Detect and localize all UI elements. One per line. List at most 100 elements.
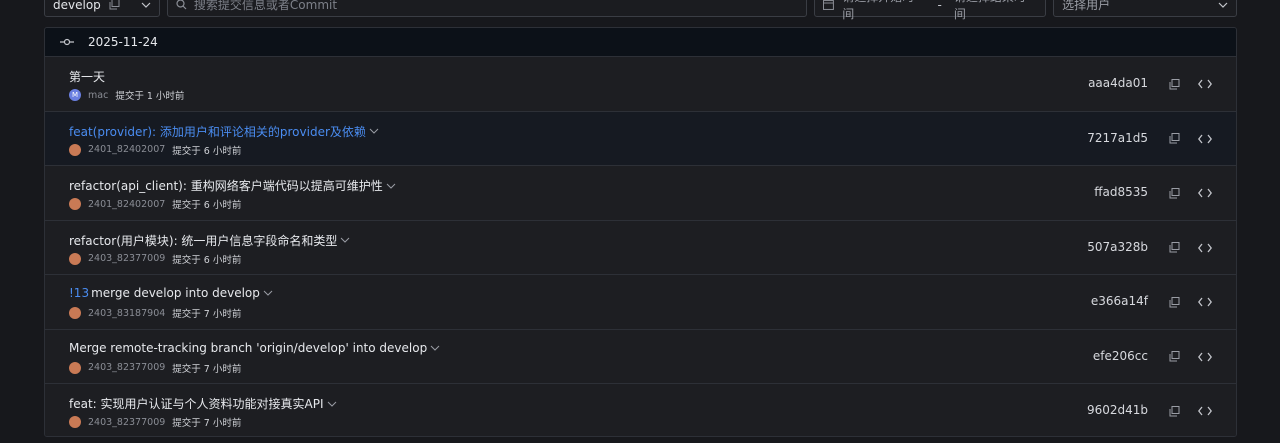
avatar[interactable] bbox=[69, 252, 81, 265]
commit-author[interactable]: 2401_82402007 bbox=[88, 199, 165, 210]
commit-meta: 2403_82377009 提交于 6 小时前 bbox=[69, 252, 241, 266]
commit-author[interactable]: 2403_82377009 bbox=[88, 253, 165, 264]
date-range-picker[interactable]: 请选择开始时间 - 请选择结束时间 bbox=[814, 0, 1047, 21]
commit-title[interactable]: !13 merge develop into develop bbox=[69, 286, 273, 300]
avatar[interactable] bbox=[69, 416, 81, 428]
user-select[interactable]: 选择用户 bbox=[1053, 0, 1237, 17]
commit-hash[interactable]: ffad8535 bbox=[1094, 185, 1148, 199]
commit-author[interactable]: 2403_82377009 bbox=[88, 417, 165, 428]
commit-message[interactable]: feat: 实现用户认证与个人资料功能对接真实API bbox=[69, 395, 324, 412]
browse-code-button[interactable] bbox=[1197, 77, 1213, 91]
commit-hash[interactable]: 9602d41b bbox=[1087, 403, 1148, 417]
code-icon bbox=[1198, 297, 1212, 307]
commit-hash[interactable]: 507a328b bbox=[1087, 240, 1148, 254]
commit-hash[interactable]: 7217a1d5 bbox=[1087, 131, 1148, 145]
commit-hash[interactable]: aaa4da01 bbox=[1088, 76, 1148, 90]
commit-message[interactable]: merge develop into develop bbox=[91, 286, 260, 300]
commit-time: 提交于 1 小时前 bbox=[115, 91, 185, 102]
commit-meta: 2403_83187904 提交于 7 小时前 bbox=[69, 306, 241, 320]
commit-list-panel: 2025-11-24 第一天 M mac 提交于 1 小时前 aaa4da01 … bbox=[44, 27, 1237, 437]
browse-code-button[interactable] bbox=[1197, 295, 1213, 309]
commit-icon bbox=[60, 38, 74, 46]
commit-time: 提交于 7 小时前 bbox=[172, 309, 242, 320]
commit-date-group-header: 2025-11-24 bbox=[45, 28, 1236, 57]
commit-row[interactable]: feat(provider): 添加用户和评论相关的provider及依赖 24… bbox=[45, 111, 1236, 166]
copy-hash-button[interactable] bbox=[1167, 350, 1181, 364]
merge-request-link[interactable]: !13 bbox=[69, 286, 89, 300]
commit-row[interactable]: 第一天 M mac 提交于 1 小时前 aaa4da01 bbox=[45, 57, 1236, 112]
commit-author[interactable]: mac bbox=[88, 90, 108, 101]
commit-hash[interactable]: e366a14f bbox=[1091, 294, 1148, 308]
copy-hash-button[interactable] bbox=[1167, 404, 1181, 418]
expand-chevron-icon[interactable] bbox=[386, 182, 396, 190]
commit-row[interactable]: Merge remote-tracking branch 'origin/dev… bbox=[45, 329, 1236, 384]
commit-message[interactable]: refactor(用户模块): 统一用户信息字段命名和类型 bbox=[69, 232, 337, 249]
commit-meta: M mac 提交于 1 小时前 bbox=[69, 88, 184, 102]
commit-row[interactable]: refactor(api_client): 重构网络客户端代码以提高可维护性 2… bbox=[45, 166, 1236, 221]
commit-author[interactable]: 2403_82377009 bbox=[88, 362, 165, 373]
avatar[interactable] bbox=[69, 361, 81, 374]
copy-hash-button[interactable] bbox=[1167, 132, 1181, 146]
commit-meta: 2403_82377009 提交于 7 小时前 bbox=[69, 415, 241, 429]
commit-time: 提交于 6 小时前 bbox=[172, 200, 242, 211]
commit-time: 提交于 7 小时前 bbox=[172, 418, 242, 429]
commit-filter-toolbar: develop 搜索提交信息或者Commit 请选择开始时间 - 请选择结束时间… bbox=[44, 0, 1237, 21]
commit-title[interactable]: 第一天 bbox=[69, 68, 105, 85]
avatar[interactable] bbox=[69, 307, 81, 319]
commit-title[interactable]: feat(provider): 添加用户和评论相关的provider及依赖 bbox=[69, 123, 379, 140]
avatar[interactable] bbox=[69, 198, 81, 210]
copy-icon[interactable] bbox=[109, 0, 120, 10]
avatar[interactable]: M bbox=[69, 89, 81, 101]
code-icon bbox=[1198, 79, 1212, 89]
browse-code-button[interactable] bbox=[1197, 186, 1213, 200]
copy-icon bbox=[1169, 296, 1179, 307]
expand-chevron-icon[interactable] bbox=[327, 400, 337, 408]
commit-meta: 2401_82402007 提交于 6 小时前 bbox=[69, 143, 241, 157]
branch-select[interactable]: develop bbox=[44, 0, 160, 17]
copy-icon bbox=[1169, 351, 1179, 362]
date-start-placeholder[interactable]: 请选择开始时间 bbox=[842, 0, 925, 22]
commit-row[interactable]: !13 merge develop into develop 2403_8318… bbox=[45, 275, 1236, 330]
search-icon bbox=[176, 0, 187, 10]
expand-chevron-icon[interactable] bbox=[340, 236, 350, 244]
commit-author[interactable]: 2403_83187904 bbox=[88, 308, 165, 319]
commit-message[interactable]: 第一天 bbox=[69, 68, 105, 85]
expand-chevron-icon[interactable] bbox=[263, 289, 273, 297]
browse-code-button[interactable] bbox=[1197, 350, 1213, 364]
copy-hash-button[interactable] bbox=[1167, 241, 1181, 255]
code-icon bbox=[1198, 243, 1212, 252]
commit-author[interactable]: 2401_82402007 bbox=[88, 144, 165, 155]
code-icon bbox=[1198, 406, 1212, 416]
commit-row[interactable]: refactor(用户模块): 统一用户信息字段命名和类型 2403_82377… bbox=[45, 220, 1236, 275]
commit-time: 提交于 7 小时前 bbox=[172, 363, 242, 375]
copy-hash-button[interactable] bbox=[1167, 295, 1181, 309]
code-icon bbox=[1198, 352, 1212, 361]
expand-chevron-icon[interactable] bbox=[369, 127, 379, 135]
commit-hash[interactable]: efe206cc bbox=[1093, 349, 1148, 363]
calendar-icon bbox=[823, 0, 835, 10]
commit-message[interactable]: refactor(api_client): 重构网络客户端代码以提高可维护性 bbox=[69, 177, 383, 194]
commit-title[interactable]: refactor(api_client): 重构网络客户端代码以提高可维护性 bbox=[69, 177, 396, 194]
chevron-down-icon bbox=[141, 2, 151, 8]
branch-name: develop bbox=[53, 0, 101, 12]
commit-title[interactable]: feat: 实现用户认证与个人资料功能对接真实API bbox=[69, 395, 337, 412]
commit-time: 提交于 6 小时前 bbox=[172, 254, 242, 266]
commit-message[interactable]: feat(provider): 添加用户和评论相关的provider及依赖 bbox=[69, 123, 366, 140]
browse-code-button[interactable] bbox=[1197, 404, 1213, 418]
search-input[interactable]: 搜索提交信息或者Commit bbox=[166, 0, 808, 17]
user-placeholder: 选择用户 bbox=[1062, 0, 1111, 12]
commit-title[interactable]: Merge remote-tracking branch 'origin/dev… bbox=[69, 341, 440, 355]
expand-chevron-icon[interactable] bbox=[430, 344, 440, 352]
avatar[interactable] bbox=[69, 143, 81, 156]
copy-hash-button[interactable] bbox=[1167, 77, 1181, 91]
browse-code-button[interactable] bbox=[1197, 132, 1213, 146]
copy-hash-button[interactable] bbox=[1167, 186, 1181, 200]
commit-row[interactable]: feat: 实现用户认证与个人资料功能对接真实API 2403_82377009… bbox=[45, 384, 1236, 436]
browse-code-button[interactable] bbox=[1197, 241, 1213, 255]
commit-time: 提交于 6 小时前 bbox=[172, 145, 242, 157]
commit-message[interactable]: Merge remote-tracking branch 'origin/dev… bbox=[69, 341, 427, 355]
date-end-placeholder[interactable]: 请选择结束时间 bbox=[954, 0, 1037, 22]
copy-icon bbox=[1169, 133, 1179, 144]
search-placeholder: 搜索提交信息或者Commit bbox=[193, 0, 338, 12]
commit-title[interactable]: refactor(用户模块): 统一用户信息字段命名和类型 bbox=[69, 232, 350, 249]
